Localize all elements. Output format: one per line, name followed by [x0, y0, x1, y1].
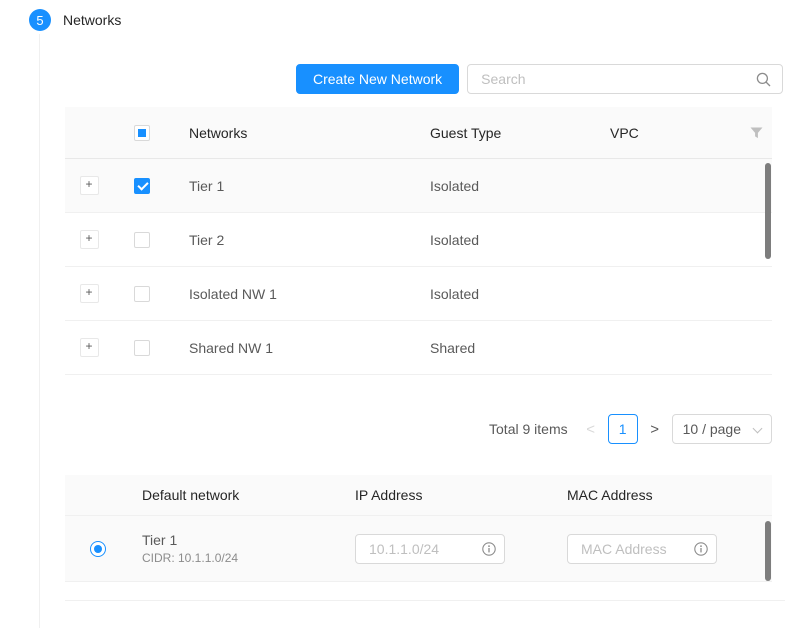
default-network-row[interactable]: Tier 1 CIDR: 10.1.1.0/24: [65, 516, 772, 582]
table-row[interactable]: + Tier 2 Isolated: [65, 213, 772, 267]
search-input[interactable]: [479, 70, 748, 88]
default-network-table: Default network IP Address MAC Address T…: [65, 475, 772, 582]
pagination-prev-button[interactable]: <: [582, 421, 600, 438]
network-name: Tier 1: [171, 178, 413, 194]
network-name: Tier 2: [171, 232, 413, 248]
table-row[interactable]: + Isolated NW 1 Isolated: [65, 267, 772, 321]
pagination: Total 9 items < 1 > 10 / page: [489, 413, 772, 445]
create-new-network-button[interactable]: Create New Network: [296, 64, 459, 94]
column-header-networks: Networks: [171, 125, 413, 141]
column-header-ip-address: IP Address: [345, 487, 557, 503]
step-number: 5: [36, 13, 43, 28]
row-checkbox[interactable]: [134, 232, 150, 248]
page-size-value: 10 / page: [683, 421, 741, 437]
default-network-table-scrollbar[interactable]: [765, 521, 771, 581]
step-number-badge: 5: [29, 9, 51, 31]
pagination-page-1-button[interactable]: 1: [608, 414, 638, 444]
guest-type-value: Isolated: [413, 232, 593, 248]
search-box: [467, 64, 783, 94]
toolbar: Create New Network: [296, 64, 783, 94]
network-name: Isolated NW 1: [171, 286, 413, 302]
mac-address-input[interactable]: [579, 540, 688, 558]
chevron-down-icon: [753, 425, 761, 433]
networks-table-scrollbar[interactable]: [765, 163, 771, 259]
guest-type-value: Shared: [413, 340, 593, 356]
networks-table-header: Networks Guest Type VPC: [65, 107, 772, 159]
default-network-name: Tier 1: [142, 532, 345, 548]
select-all-checkbox[interactable]: [134, 125, 150, 141]
info-circle-icon[interactable]: [482, 542, 496, 556]
pagination-next-button[interactable]: >: [646, 421, 664, 438]
ip-address-field-wrapper: [355, 534, 505, 564]
ip-address-input[interactable]: [367, 540, 476, 558]
step-title: Networks: [63, 12, 121, 28]
network-name: Shared NW 1: [171, 340, 413, 356]
row-checkbox[interactable]: [134, 340, 150, 356]
expand-row-button[interactable]: +: [80, 230, 99, 249]
expand-row-button[interactable]: +: [80, 176, 99, 195]
networks-table: Networks Guest Type VPC + Tier 1 Isolate…: [65, 107, 772, 375]
table-row[interactable]: + Shared NW 1 Shared: [65, 321, 772, 375]
row-checkbox[interactable]: [134, 286, 150, 302]
section-divider: [65, 600, 785, 601]
default-network-table-header: Default network IP Address MAC Address: [65, 475, 772, 516]
column-header-guest-type: Guest Type: [413, 125, 593, 141]
guest-type-value: Isolated: [413, 286, 593, 302]
expand-row-button[interactable]: +: [80, 284, 99, 303]
page-size-select[interactable]: 10 / page: [672, 414, 772, 444]
step-header: 5 Networks: [29, 9, 121, 31]
default-network-cidr: CIDR: 10.1.1.0/24: [142, 551, 345, 565]
filter-funnel-icon[interactable]: [750, 127, 763, 139]
expand-row-button[interactable]: +: [80, 338, 99, 357]
guest-type-value: Isolated: [413, 178, 593, 194]
pagination-total: Total 9 items: [489, 421, 568, 437]
column-header-mac-address: MAC Address: [557, 487, 772, 503]
column-header-default-network: Default network: [130, 487, 345, 503]
step-connector-line: [39, 34, 40, 628]
row-checkbox[interactable]: [134, 178, 150, 194]
default-network-radio[interactable]: [90, 541, 106, 557]
info-circle-icon[interactable]: [694, 542, 708, 556]
column-header-vpc: VPC: [593, 125, 741, 141]
mac-address-field-wrapper: [567, 534, 717, 564]
search-icon[interactable]: [756, 72, 771, 87]
table-row[interactable]: + Tier 1 Isolated: [65, 159, 772, 213]
